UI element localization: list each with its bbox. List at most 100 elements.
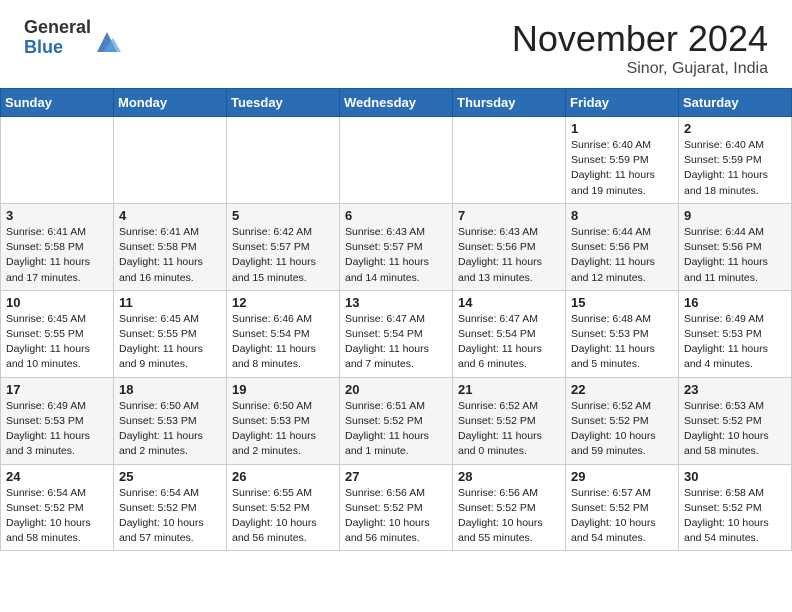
day-info: Sunrise: 6:48 AMSunset: 5:53 PMDaylight:… xyxy=(571,312,673,373)
calendar-header-friday: Friday xyxy=(566,89,679,117)
day-number: 7 xyxy=(458,208,560,223)
calendar-header-thursday: Thursday xyxy=(453,89,566,117)
day-info: Sunrise: 6:45 AMSunset: 5:55 PMDaylight:… xyxy=(6,312,108,373)
day-info: Sunrise: 6:53 AMSunset: 5:52 PMDaylight:… xyxy=(684,399,786,460)
calendar-cell xyxy=(114,117,227,204)
calendar-cell: 10 Sunrise: 6:45 AMSunset: 5:55 PMDayligh… xyxy=(1,290,114,377)
calendar-week-row: 10 Sunrise: 6:45 AMSunset: 5:55 PMDayligh… xyxy=(1,290,792,377)
day-number: 27 xyxy=(345,469,447,484)
day-number: 1 xyxy=(571,121,673,136)
calendar-cell xyxy=(227,117,340,204)
logo: General Blue xyxy=(24,18,121,58)
day-info: Sunrise: 6:50 AMSunset: 5:53 PMDaylight:… xyxy=(232,399,334,460)
calendar-cell: 23 Sunrise: 6:53 AMSunset: 5:52 PMDayligh… xyxy=(679,377,792,464)
calendar-week-row: 3Sunrise: 6:41 AMSunset: 5:58 PMDaylight… xyxy=(1,203,792,290)
calendar-week-row: 24 Sunrise: 6:54 AMSunset: 5:52 PMDayligh… xyxy=(1,464,792,551)
day-number: 10 xyxy=(6,295,108,310)
calendar-cell: 14Sunrise: 6:47 AMSunset: 5:54 PMDayligh… xyxy=(453,290,566,377)
day-number: 15 xyxy=(571,295,673,310)
calendar-cell: 21 Sunrise: 6:52 AMSunset: 5:52 PMDayligh… xyxy=(453,377,566,464)
calendar-cell: 18 Sunrise: 6:50 AMSunset: 5:53 PMDayligh… xyxy=(114,377,227,464)
day-info: Sunrise: 6:50 AMSunset: 5:53 PMDaylight:… xyxy=(119,399,221,460)
day-info: Sunrise: 6:58 AMSunset: 5:52 PMDaylight:… xyxy=(684,486,786,547)
calendar-cell: 30 Sunrise: 6:58 AMSunset: 5:52 PMDayligh… xyxy=(679,464,792,551)
day-info: Sunrise: 6:57 AMSunset: 5:52 PMDaylight:… xyxy=(571,486,673,547)
calendar-cell: 1 Sunrise: 6:40 AMSunset: 5:59 PMDaylight… xyxy=(566,117,679,204)
calendar-cell: 26 Sunrise: 6:55 AMSunset: 5:52 PMDayligh… xyxy=(227,464,340,551)
calendar-cell: 17Sunrise: 6:49 AMSunset: 5:53 PMDayligh… xyxy=(1,377,114,464)
calendar-cell: 28Sunrise: 6:56 AMSunset: 5:52 PMDayligh… xyxy=(453,464,566,551)
logo-icon xyxy=(93,28,121,56)
location: Sinor, Gujarat, India xyxy=(512,60,768,78)
calendar-cell: 3Sunrise: 6:41 AMSunset: 5:58 PMDaylight… xyxy=(1,203,114,290)
day-number: 18 xyxy=(119,382,221,397)
day-number: 22 xyxy=(571,382,673,397)
calendar-cell: 11 Sunrise: 6:45 AMSunset: 5:55 PMDayligh… xyxy=(114,290,227,377)
day-info: Sunrise: 6:40 AMSunset: 5:59 PMDaylight:… xyxy=(571,138,673,199)
day-info: Sunrise: 6:41 AMSunset: 5:58 PMDaylight:… xyxy=(119,225,221,286)
calendar-cell: 22 Sunrise: 6:52 AMSunset: 5:52 PMDayligh… xyxy=(566,377,679,464)
day-info: Sunrise: 6:47 AMSunset: 5:54 PMDaylight:… xyxy=(458,312,560,373)
calendar-cell: 5 Sunrise: 6:42 AMSunset: 5:57 PMDaylight… xyxy=(227,203,340,290)
day-number: 28 xyxy=(458,469,560,484)
calendar-cell: 2 Sunrise: 6:40 AMSunset: 5:59 PMDaylight… xyxy=(679,117,792,204)
day-number: 24 xyxy=(6,469,108,484)
day-info: Sunrise: 6:49 AMSunset: 5:53 PMDaylight:… xyxy=(6,399,108,460)
day-number: 16 xyxy=(684,295,786,310)
calendar-cell: 13 Sunrise: 6:47 AMSunset: 5:54 PMDayligh… xyxy=(340,290,453,377)
logo-general-text: General xyxy=(24,18,91,38)
day-info: Sunrise: 6:52 AMSunset: 5:52 PMDaylight:… xyxy=(571,399,673,460)
calendar-cell: 7Sunrise: 6:43 AMSunset: 5:56 PMDaylight… xyxy=(453,203,566,290)
month-title: November 2024 xyxy=(512,18,768,60)
day-number: 23 xyxy=(684,382,786,397)
calendar-week-row: 1 Sunrise: 6:40 AMSunset: 5:59 PMDaylight… xyxy=(1,117,792,204)
calendar-header-saturday: Saturday xyxy=(679,89,792,117)
day-info: Sunrise: 6:54 AMSunset: 5:52 PMDaylight:… xyxy=(119,486,221,547)
day-number: 26 xyxy=(232,469,334,484)
title-block: November 2024 Sinor, Gujarat, India xyxy=(512,18,768,78)
day-info: Sunrise: 6:44 AMSunset: 5:56 PMDaylight:… xyxy=(684,225,786,286)
day-number: 8 xyxy=(571,208,673,223)
day-number: 9 xyxy=(684,208,786,223)
day-info: Sunrise: 6:52 AMSunset: 5:52 PMDaylight:… xyxy=(458,399,560,460)
day-number: 4 xyxy=(119,208,221,223)
logo-blue-text: Blue xyxy=(24,38,91,58)
day-info: Sunrise: 6:42 AMSunset: 5:57 PMDaylight:… xyxy=(232,225,334,286)
day-info: Sunrise: 6:46 AMSunset: 5:54 PMDaylight:… xyxy=(232,312,334,373)
day-info: Sunrise: 6:43 AMSunset: 5:57 PMDaylight:… xyxy=(345,225,447,286)
day-number: 12 xyxy=(232,295,334,310)
day-info: Sunrise: 6:54 AMSunset: 5:52 PMDaylight:… xyxy=(6,486,108,547)
day-info: Sunrise: 6:41 AMSunset: 5:58 PMDaylight:… xyxy=(6,225,108,286)
day-number: 20 xyxy=(345,382,447,397)
day-number: 6 xyxy=(345,208,447,223)
calendar-cell: 19Sunrise: 6:50 AMSunset: 5:53 PMDayligh… xyxy=(227,377,340,464)
day-number: 5 xyxy=(232,208,334,223)
calendar-cell xyxy=(453,117,566,204)
page-header: General Blue November 2024 Sinor, Gujara… xyxy=(0,0,792,88)
day-info: Sunrise: 6:55 AMSunset: 5:52 PMDaylight:… xyxy=(232,486,334,547)
day-number: 30 xyxy=(684,469,786,484)
calendar-cell: 20 Sunrise: 6:51 AMSunset: 5:52 PMDayligh… xyxy=(340,377,453,464)
calendar-cell: 25Sunrise: 6:54 AMSunset: 5:52 PMDayligh… xyxy=(114,464,227,551)
calendar-header-row: SundayMondayTuesdayWednesdayThursdayFrid… xyxy=(1,89,792,117)
day-info: Sunrise: 6:51 AMSunset: 5:52 PMDaylight:… xyxy=(345,399,447,460)
calendar-cell: 6 Sunrise: 6:43 AMSunset: 5:57 PMDaylight… xyxy=(340,203,453,290)
calendar-week-row: 17Sunrise: 6:49 AMSunset: 5:53 PMDayligh… xyxy=(1,377,792,464)
day-info: Sunrise: 6:40 AMSunset: 5:59 PMDaylight:… xyxy=(684,138,786,199)
day-info: Sunrise: 6:49 AMSunset: 5:53 PMDaylight:… xyxy=(684,312,786,373)
day-number: 29 xyxy=(571,469,673,484)
day-number: 11 xyxy=(119,295,221,310)
day-info: Sunrise: 6:47 AMSunset: 5:54 PMDaylight:… xyxy=(345,312,447,373)
calendar-header-tuesday: Tuesday xyxy=(227,89,340,117)
calendar-header-wednesday: Wednesday xyxy=(340,89,453,117)
calendar-table: SundayMondayTuesdayWednesdayThursdayFrid… xyxy=(0,88,792,551)
day-number: 21 xyxy=(458,382,560,397)
day-number: 13 xyxy=(345,295,447,310)
calendar-header-sunday: Sunday xyxy=(1,89,114,117)
day-number: 2 xyxy=(684,121,786,136)
calendar-header-monday: Monday xyxy=(114,89,227,117)
calendar-cell: 24 Sunrise: 6:54 AMSunset: 5:52 PMDayligh… xyxy=(1,464,114,551)
calendar-cell: 12 Sunrise: 6:46 AMSunset: 5:54 PMDayligh… xyxy=(227,290,340,377)
calendar-cell: 27Sunrise: 6:56 AMSunset: 5:52 PMDayligh… xyxy=(340,464,453,551)
day-info: Sunrise: 6:45 AMSunset: 5:55 PMDaylight:… xyxy=(119,312,221,373)
